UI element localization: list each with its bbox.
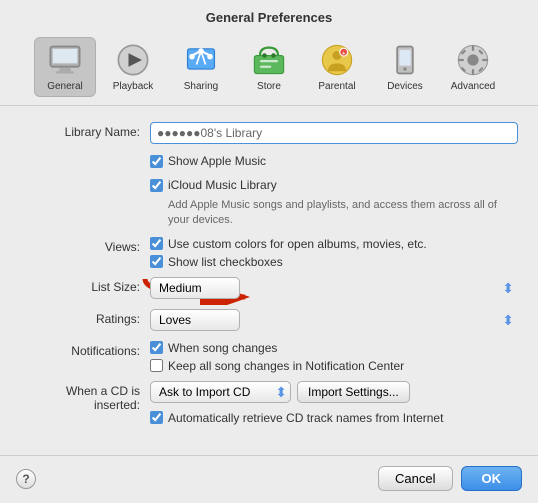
sharing-icon — [183, 42, 219, 78]
toolbar-advanced-label: Advanced — [451, 81, 495, 92]
cd-controls-row: Ask to Import CD Import CD Import CD and… — [150, 381, 518, 403]
custom-colors-label: Use custom colors for open albums, movie… — [168, 237, 427, 251]
ok-button[interactable]: OK — [461, 466, 523, 491]
show-list-checkboxes-checkbox[interactable] — [150, 255, 163, 268]
icloud-music-label: iCloud Music Library — [168, 178, 277, 192]
list-size-arrow: ⬍ — [502, 281, 514, 295]
icloud-note: Add Apple Music songs and playlists, and… — [168, 198, 518, 229]
notifications-label: Notifications: — [20, 341, 150, 358]
toolbar-general[interactable]: General — [34, 37, 96, 97]
keep-all-changes-label: Keep all song changes in Notification Ce… — [168, 359, 404, 373]
toolbar-playback[interactable]: Playback — [102, 37, 164, 97]
library-name-input[interactable] — [150, 122, 518, 144]
cd-action-select[interactable]: Ask to Import CD Import CD Import CD and… — [150, 381, 291, 403]
main-content: Library Name: Show Apple Music iCloud Mu… — [0, 106, 538, 455]
toolbar-store[interactable]: Store — [238, 37, 300, 97]
list-size-select-wrapper: Small Medium Large ⬍ — [150, 277, 518, 299]
toolbar-advanced[interactable]: Advanced — [442, 37, 504, 97]
advanced-icon — [455, 42, 491, 78]
icloud-music-row: iCloud Music Library Add Apple Music son… — [20, 178, 518, 229]
playback-icon — [115, 42, 151, 78]
cd-inserted-row: When a CD is inserted: Ask to Import CD … — [20, 381, 518, 425]
when-song-changes-checkbox[interactable] — [150, 341, 163, 354]
list-size-label: List Size: — [20, 277, 150, 294]
auto-retrieve-label: Automatically retrieve CD track names fr… — [168, 411, 443, 425]
keep-all-changes-checkbox[interactable] — [150, 359, 163, 372]
import-settings-button[interactable]: Import Settings... — [297, 381, 410, 403]
cd-inserted-label: When a CD is inserted: — [20, 381, 150, 412]
action-buttons: Cancel OK — [378, 466, 522, 491]
ratings-arrow: ⬍ — [502, 313, 514, 327]
bottom-bar: ? Cancel OK — [0, 455, 538, 503]
icloud-music-checkbox-row: iCloud Music Library — [150, 178, 518, 192]
ratings-select[interactable]: Stars Loves — [150, 309, 240, 331]
views-label: Views: — [20, 237, 150, 254]
keep-all-changes-row: Keep all song changes in Notification Ce… — [150, 359, 518, 373]
show-list-checkboxes-label: Show list checkboxes — [168, 255, 283, 269]
custom-colors-checkbox[interactable] — [150, 237, 163, 250]
show-apple-music-checkbox[interactable] — [150, 155, 163, 168]
library-name-content — [150, 122, 518, 144]
show-apple-music-row: Show Apple Music — [20, 154, 518, 168]
library-name-row: Library Name: — [20, 122, 518, 144]
window-title: General Preferences — [0, 0, 538, 31]
toolbar-sharing[interactable]: Sharing — [170, 37, 232, 97]
notifications-row: Notifications: When song changes Keep al… — [20, 341, 518, 373]
help-button[interactable]: ? — [16, 469, 36, 489]
cd-select-wrapper: Ask to Import CD Import CD Import CD and… — [150, 381, 291, 403]
toolbar-parental-label: Parental — [318, 81, 355, 92]
ratings-row: Ratings: Stars Loves ⬍ — [20, 309, 518, 331]
show-list-checkboxes-row: Show list checkboxes — [150, 255, 518, 269]
icloud-music-checkbox[interactable] — [150, 179, 163, 192]
toolbar-devices[interactable]: Devices — [374, 37, 436, 97]
custom-colors-row: Use custom colors for open albums, movie… — [150, 237, 518, 251]
toolbar-parental[interactable]: + Parental — [306, 37, 368, 97]
toolbar-general-label: General — [47, 81, 83, 92]
library-name-label: Library Name: — [20, 122, 150, 139]
preferences-window: General Preferences General Playba — [0, 0, 538, 503]
store-icon — [251, 42, 287, 78]
toolbar-playback-label: Playback — [113, 81, 154, 92]
when-song-changes-label: When song changes — [168, 341, 277, 355]
devices-icon — [387, 42, 423, 78]
list-size-select[interactable]: Small Medium Large — [150, 277, 240, 299]
views-row: Views: Use custom colors for open albums… — [20, 237, 518, 269]
when-song-changes-row: When song changes — [150, 341, 518, 355]
ratings-label: Ratings: — [20, 309, 150, 326]
cancel-button[interactable]: Cancel — [378, 466, 452, 491]
general-icon — [47, 42, 83, 78]
auto-retrieve-checkbox[interactable] — [150, 411, 163, 424]
ratings-select-wrapper: Stars Loves ⬍ — [150, 309, 518, 331]
parental-icon: + — [319, 42, 355, 78]
show-apple-music-checkbox-row: Show Apple Music — [150, 154, 518, 168]
list-size-row: List Size: Small Medium Large ⬍ — [20, 277, 518, 299]
toolbar: General Playback — [0, 31, 538, 106]
show-apple-music-label: Show Apple Music — [168, 154, 266, 168]
toolbar-sharing-label: Sharing — [184, 81, 218, 92]
toolbar-store-label: Store — [257, 81, 281, 92]
auto-retrieve-row: Automatically retrieve CD track names fr… — [150, 411, 518, 425]
toolbar-devices-label: Devices — [387, 81, 423, 92]
